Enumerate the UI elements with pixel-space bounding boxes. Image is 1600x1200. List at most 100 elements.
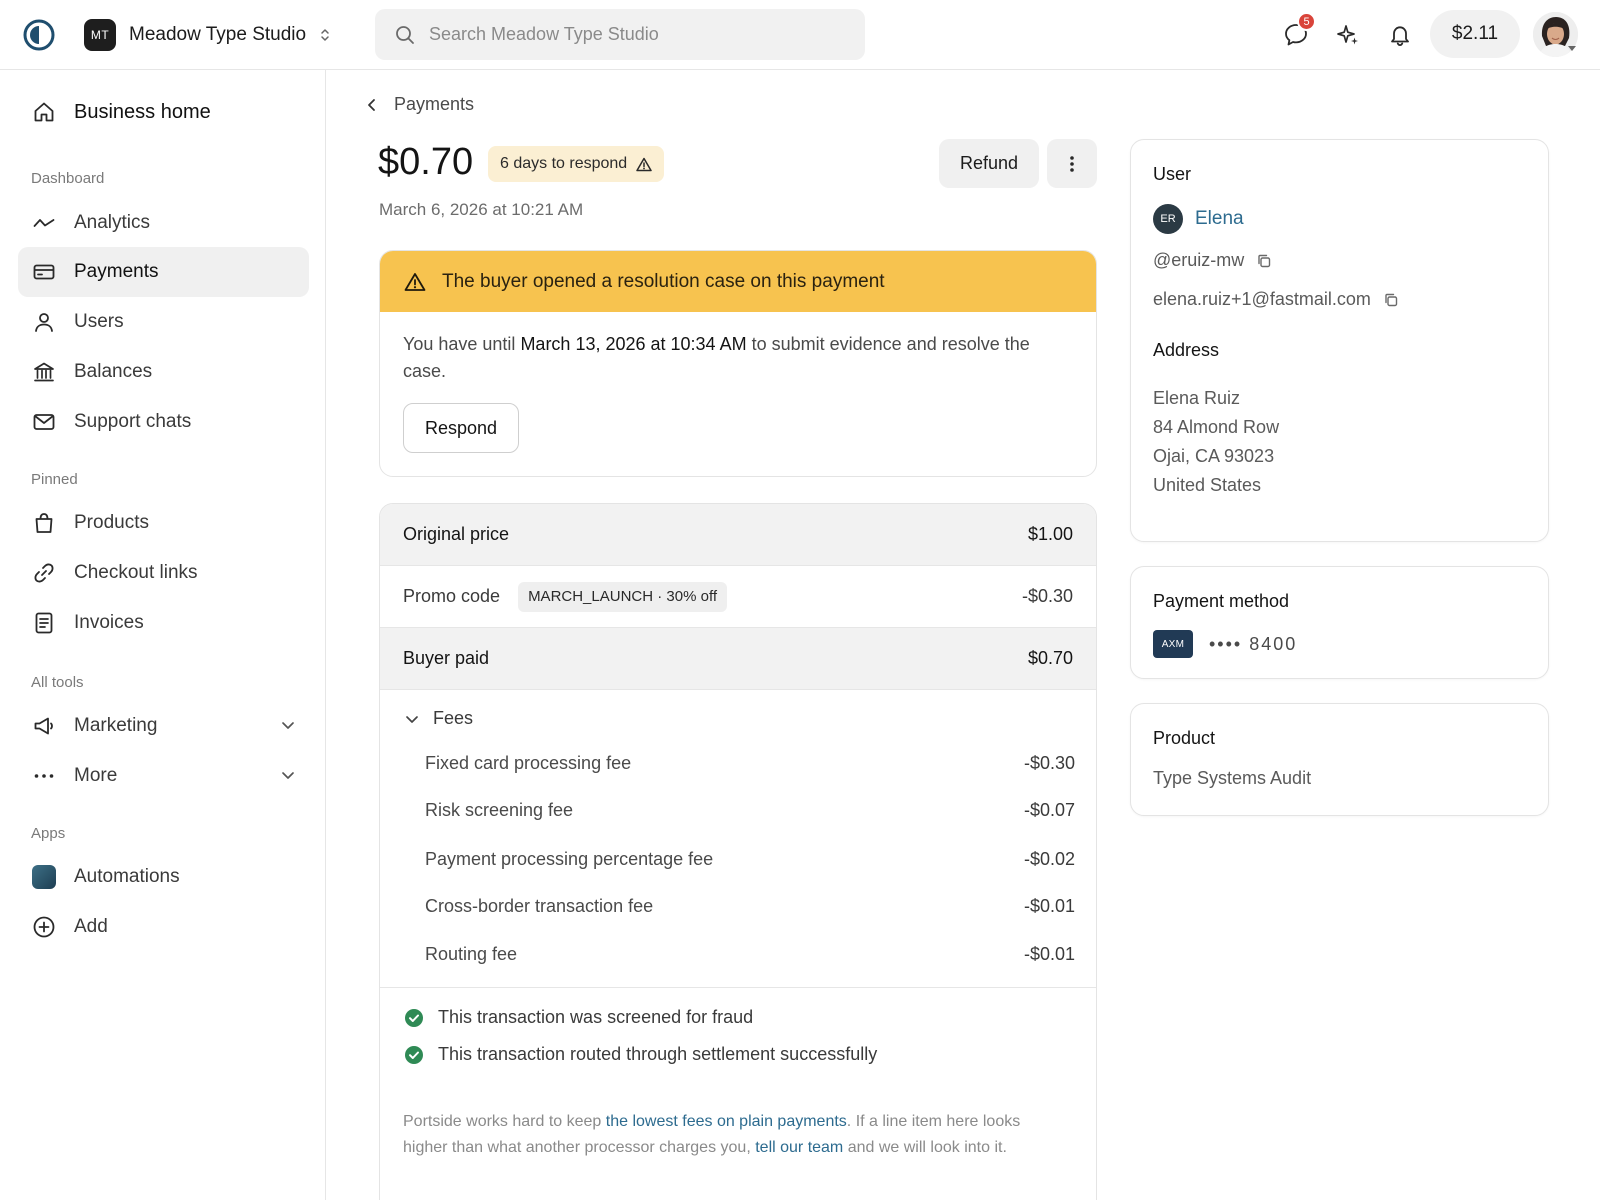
sidebar-item-checkout-links[interactable]: Checkout links bbox=[18, 548, 309, 598]
product-card: Product Type Systems Audit bbox=[1130, 703, 1549, 816]
footnote-text: and we will look into it. bbox=[843, 1139, 1007, 1156]
section-label-all-tools: All tools bbox=[31, 674, 84, 691]
user-icon bbox=[32, 310, 56, 334]
link-icon bbox=[32, 561, 56, 585]
original-price-row: Original price $1.00 bbox=[380, 504, 1096, 565]
contact-team-link[interactable]: tell our team bbox=[755, 1139, 843, 1156]
user-email: elena.ruiz+1@fastmail.com bbox=[1153, 289, 1399, 310]
breadcrumb-label: Payments bbox=[394, 94, 475, 114]
card-title: Product bbox=[1153, 728, 1216, 748]
home-icon bbox=[32, 100, 56, 124]
sidebar-item-products[interactable]: Products bbox=[18, 498, 309, 548]
fee-row: Fixed card processing fee -$0.30 bbox=[425, 753, 1075, 774]
respond-button[interactable]: Respond bbox=[403, 403, 519, 453]
fees-label: Fees bbox=[433, 708, 474, 728]
alert-title: The buyer opened a resolution case on th… bbox=[442, 270, 885, 292]
warning-icon bbox=[627, 157, 652, 172]
sidebar-item-automations[interactable]: Automations bbox=[18, 852, 309, 902]
card-brand-icon: AXM bbox=[1153, 630, 1193, 658]
fee-label: Routing fee bbox=[425, 944, 518, 964]
product-name: Type Systems Audit bbox=[1153, 768, 1312, 788]
fee-label: Risk screening fee bbox=[425, 800, 574, 820]
copy-icon[interactable] bbox=[1244, 253, 1272, 269]
sidebar-item-label: Invoices bbox=[74, 612, 144, 633]
alert-message: You have until March 13, 2026 at 10:34 A… bbox=[403, 331, 1073, 385]
ellipsis-icon bbox=[32, 764, 56, 788]
sidebar-item-label: Checkout links bbox=[74, 562, 198, 583]
section-label-apps: Apps bbox=[31, 825, 66, 842]
sidebar-item-marketing[interactable]: Marketing bbox=[18, 701, 309, 751]
lowest-fees-link[interactable]: the lowest fees on plain payments bbox=[606, 1113, 847, 1130]
user-link[interactable]: ER Elena bbox=[1153, 204, 1244, 234]
sidebar-item-label: Marketing bbox=[74, 715, 158, 736]
top-bar: MT Meadow Type Studio Search Meadow Type… bbox=[0, 0, 1600, 70]
sidebar-item-label: Analytics bbox=[74, 212, 151, 233]
search-input[interactable]: Search Meadow Type Studio bbox=[375, 9, 865, 60]
analytics-icon bbox=[32, 211, 56, 235]
payment-date: March 6, 2026 at 10:21 AM bbox=[379, 200, 584, 219]
section-label-pinned: Pinned bbox=[31, 471, 78, 488]
payment-method-card: Payment method AXM •••• 8400 bbox=[1130, 566, 1549, 679]
copy-icon[interactable] bbox=[1371, 292, 1399, 308]
sidebar-item-label: More bbox=[74, 765, 118, 786]
automations-app-icon bbox=[32, 865, 56, 889]
sidebar-item-label: Payments bbox=[74, 261, 159, 282]
messages-badge: 5 bbox=[1297, 12, 1316, 31]
sidebar-item-invoices[interactable]: Invoices bbox=[18, 598, 309, 648]
check-circle-icon bbox=[404, 1008, 424, 1028]
fee-row: Risk screening fee -$0.07 bbox=[425, 800, 1075, 821]
payment-amount: $0.70 bbox=[378, 141, 474, 183]
megaphone-icon bbox=[32, 714, 56, 738]
search-icon bbox=[395, 25, 415, 45]
fee-value: -$0.02 bbox=[1023, 849, 1075, 869]
sparkle-icon[interactable] bbox=[1335, 22, 1361, 48]
sidebar-item-users[interactable]: Users bbox=[18, 297, 309, 347]
fee-value: -$0.07 bbox=[1023, 800, 1075, 820]
row-value: $0.70 bbox=[1027, 648, 1073, 668]
logo-icon[interactable] bbox=[22, 18, 56, 52]
address-title: Address bbox=[1153, 340, 1220, 360]
row-value: -$0.30 bbox=[1021, 586, 1073, 606]
sidebar-item-label: Support chats bbox=[74, 411, 192, 432]
sidebar-item-add[interactable]: Add bbox=[18, 902, 309, 952]
card-icon bbox=[32, 260, 56, 284]
card-details: AXM •••• 8400 bbox=[1153, 630, 1297, 658]
breadcrumb[interactable]: Payments bbox=[366, 94, 474, 115]
bell-icon[interactable] bbox=[1387, 22, 1413, 48]
workspace-switcher[interactable]: MT Meadow Type Studio bbox=[84, 19, 330, 51]
sidebar-item-balances[interactable]: Balances bbox=[18, 347, 309, 397]
sidebar-item-label: Products bbox=[74, 512, 149, 533]
status-text: This transaction routed through settleme… bbox=[438, 1044, 878, 1064]
fee-row: Payment processing percentage fee -$0.02 bbox=[425, 849, 1075, 870]
buyer-paid-row: Buyer paid $0.70 bbox=[380, 628, 1096, 689]
fees-toggle[interactable]: Fees bbox=[405, 708, 473, 729]
card-title: Payment method bbox=[1153, 591, 1290, 611]
kebab-menu-icon bbox=[1069, 154, 1075, 174]
chevron-down-icon bbox=[281, 768, 295, 782]
row-value: $1.00 bbox=[1027, 524, 1073, 544]
fee-value: -$0.01 bbox=[1023, 944, 1075, 964]
address-line: 84 Almond Row bbox=[1153, 417, 1280, 437]
sidebar-item-more[interactable]: More bbox=[18, 751, 309, 801]
fraud-check-status: This transaction was screened for fraud bbox=[404, 1007, 753, 1028]
sidebar: Business home Dashboard Analytics Paymen… bbox=[0, 70, 326, 1200]
caret-down-icon bbox=[1567, 45, 1577, 53]
alert-banner: The buyer opened a resolution case on th… bbox=[380, 251, 1096, 312]
chevron-down-icon bbox=[405, 712, 419, 726]
plus-circle-icon bbox=[32, 915, 56, 939]
refund-button[interactable]: Refund bbox=[939, 139, 1039, 188]
sidebar-item-support-chats[interactable]: Support chats bbox=[18, 397, 309, 447]
chevron-down-icon bbox=[281, 718, 295, 732]
sidebar-item-analytics[interactable]: Analytics bbox=[18, 198, 309, 248]
alert-text: You have until bbox=[403, 334, 521, 354]
address-block: Elena Ruiz 84 Almond Row Ojai, CA 93023 … bbox=[1153, 384, 1279, 500]
balance-button[interactable]: $2.11 bbox=[1430, 10, 1520, 58]
warning-icon bbox=[404, 272, 426, 292]
alert-deadline: March 13, 2026 at 10:34 AM bbox=[520, 334, 747, 354]
sidebar-item-business-home[interactable]: Business home bbox=[18, 87, 309, 137]
address-line: Ojai, CA 93023 bbox=[1153, 446, 1275, 466]
more-actions-button[interactable] bbox=[1047, 139, 1097, 188]
sidebar-item-payments[interactable]: Payments bbox=[18, 247, 309, 297]
settlement-status: This transaction routed through settleme… bbox=[404, 1044, 877, 1065]
search-placeholder: Search Meadow Type Studio bbox=[429, 24, 659, 44]
